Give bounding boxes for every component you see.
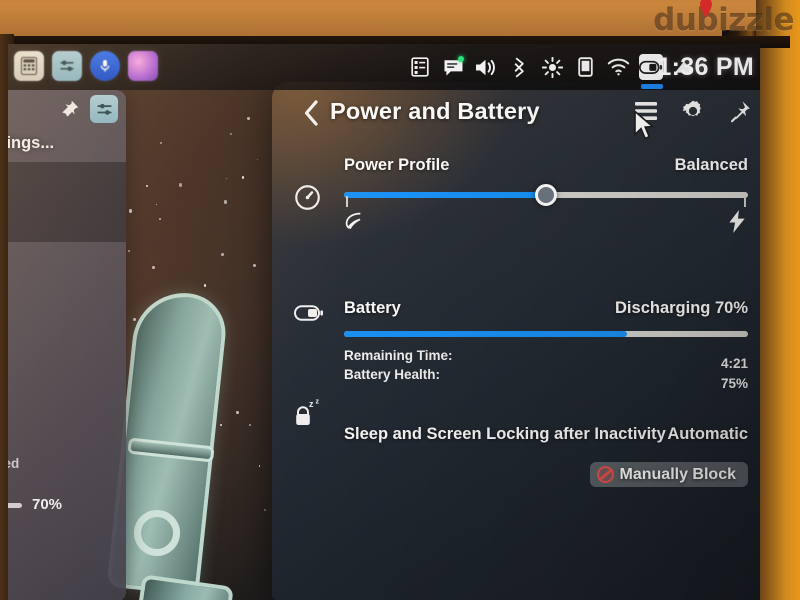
slider-0-percent: 70% <box>32 496 63 513</box>
system-tray <box>408 44 696 90</box>
watermark: dubizzle <box>653 2 794 38</box>
star <box>258 465 261 467</box>
star <box>155 203 158 206</box>
desk-background-right <box>756 0 800 600</box>
remaining-time-value: 4:21 <box>720 356 748 371</box>
mouse-cursor <box>633 109 655 142</box>
battery-percent: 70% <box>714 299 748 317</box>
photo-scene: l Power Settings... s ⌄ ⌄ ⌄ ced 70% ⌄ ⌄ <box>0 0 800 600</box>
power-profile-slider[interactable] <box>344 184 748 207</box>
star <box>246 116 250 120</box>
star <box>152 266 156 270</box>
speedometer-icon <box>294 184 321 211</box>
taskbar-app-icons <box>14 51 158 81</box>
top-system-panel: 1:36 PM <box>8 44 760 90</box>
battery-row: Battery Discharging 70% Remaining Time: … <box>272 298 760 398</box>
panel-header: Power and Battery <box>272 82 760 144</box>
star <box>158 218 161 220</box>
battery-level-bar <box>344 331 748 337</box>
star <box>226 177 228 179</box>
star <box>241 176 245 180</box>
block-icon <box>596 466 614 483</box>
star <box>160 141 162 144</box>
battery-icon <box>294 304 324 322</box>
star <box>224 200 228 204</box>
sleep-value: Automatic <box>667 425 748 443</box>
wifi-icon[interactable] <box>606 54 630 80</box>
device-icon[interactable] <box>573 54 597 80</box>
star <box>252 264 256 268</box>
sleep-label: Sleep and Screen Locking after Inactivit… <box>344 425 666 443</box>
back-button[interactable] <box>298 98 324 128</box>
clock[interactable]: 1:36 PM <box>657 44 754 90</box>
power-profile-value: Balanced <box>674 156 748 174</box>
lock-sleep-icon: z z <box>292 398 326 430</box>
paint-app-icon[interactable] <box>128 51 158 81</box>
star <box>129 209 133 213</box>
battery-status-value: Discharging 70% <box>615 299 748 318</box>
laptop-screen: l Power Settings... s ⌄ ⌄ ⌄ ced 70% ⌄ ⌄ <box>8 44 760 600</box>
window-note: ced <box>8 456 20 471</box>
notification-badge <box>458 56 464 62</box>
gear-icon[interactable] <box>681 99 705 123</box>
sliders-icon[interactable] <box>90 95 118 123</box>
star <box>178 183 182 187</box>
power-and-battery-panel: Power and Battery Power Profile Balanced… <box>272 82 760 600</box>
svg-text:z: z <box>309 399 314 409</box>
volume-icon[interactable] <box>474 54 498 80</box>
voice-recorder-app-icon[interactable] <box>90 51 120 81</box>
clipboard-icon[interactable] <box>408 54 432 80</box>
star <box>264 509 267 512</box>
power-settings-window[interactable]: l Power Settings... s ⌄ ⌄ ⌄ ced 70% ⌄ ⌄ <box>8 90 126 600</box>
pin-icon[interactable] <box>728 99 752 123</box>
calculator-app-icon[interactable] <box>14 51 44 81</box>
sleep-and-lock-row: z z Sleep and Screen Locking after Inact… <box>272 392 760 487</box>
battery-status: Discharging <box>615 299 711 317</box>
brightness-icon[interactable] <box>540 54 564 80</box>
notifications-icon[interactable] <box>441 54 465 80</box>
watermark-pin-icon <box>700 0 712 18</box>
settings-sliders-app-icon[interactable] <box>52 51 82 81</box>
battery-label: Battery <box>344 299 401 317</box>
manually-block-label: Manually Block <box>619 465 736 483</box>
battery-health-label: Battery Health: <box>344 367 441 382</box>
battery-health-value: 75% <box>720 376 748 391</box>
power-profile-label: Power Profile <box>344 156 450 174</box>
leaf-icon <box>342 210 364 237</box>
wallpaper-astronaut <box>104 288 254 600</box>
star <box>128 250 131 253</box>
star <box>230 133 233 135</box>
window-title: l Power Settings... <box>8 134 55 152</box>
pin-icon[interactable] <box>60 99 80 124</box>
window-content-dark-area <box>8 162 126 242</box>
lightning-bolt-icon <box>728 210 746 238</box>
manually-block-button[interactable]: Manually Block <box>589 462 748 487</box>
panel-title: Power and Battery <box>330 98 540 124</box>
remaining-time-label: Remaining Time: <box>344 348 453 363</box>
star <box>146 184 149 187</box>
svg-text:z: z <box>316 399 320 406</box>
power-profile-row: Power Profile Balanced <box>272 144 760 254</box>
star <box>203 284 206 287</box>
star <box>221 253 224 257</box>
star <box>257 158 259 161</box>
bluetooth-icon[interactable] <box>507 54 531 80</box>
